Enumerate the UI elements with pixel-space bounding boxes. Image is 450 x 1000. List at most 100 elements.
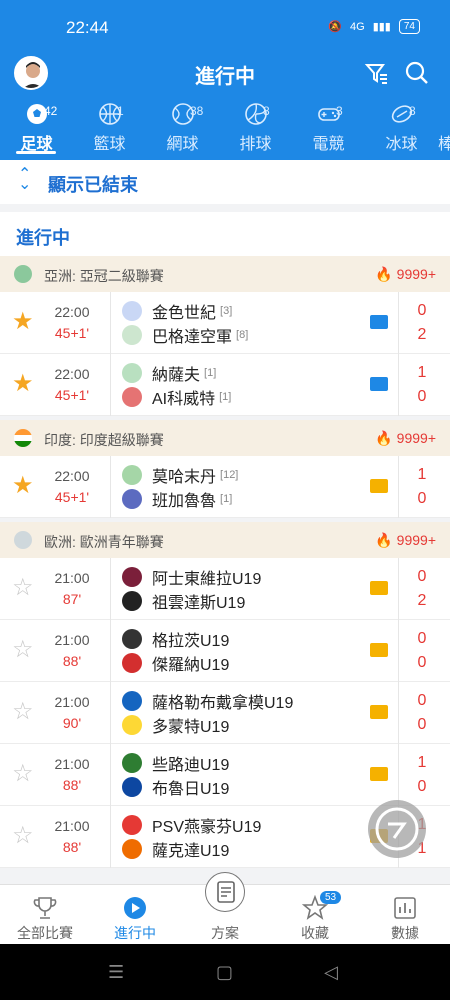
- status-time: 22:44: [66, 18, 109, 37]
- team-name: 格拉茨U19: [152, 633, 230, 650]
- sport-tabs: 42 足球 1 籃球 38 網球 8 排球 3 電競 8 冰球 棒: [0, 100, 450, 160]
- team-logo-icon: [122, 653, 142, 673]
- league-header[interactable]: 歐洲: 歐洲青年聯賽 🔥 9999+: [0, 522, 450, 558]
- away-score: 0: [417, 490, 427, 507]
- match-row[interactable]: ★ 22:00 45+1' 納薩夫 [1] AI科威特 [1] 1 0: [0, 354, 450, 416]
- nav-live[interactable]: 進行中: [90, 885, 180, 944]
- favorite-star-icon[interactable]: ☆: [12, 638, 34, 662]
- kickoff-time: 21:00: [54, 756, 90, 772]
- home-score: 0: [417, 302, 427, 319]
- field-icon[interactable]: [370, 479, 388, 493]
- team-logo-icon: [122, 815, 142, 835]
- league-header[interactable]: 印度: 印度超級聯賽 🔥 9999+: [0, 420, 450, 456]
- favorite-star-icon[interactable]: ★: [12, 310, 34, 334]
- team-name: 祖雲達斯U19: [152, 595, 246, 612]
- floating-action-button[interactable]: [368, 800, 426, 858]
- field-icon[interactable]: [370, 643, 388, 657]
- team-name: 納薩夫: [152, 367, 201, 384]
- section-title-label: 進行中: [16, 228, 70, 248]
- show-finished-toggle[interactable]: ⌃ ⌄ 顯示已結束: [0, 160, 450, 204]
- match-minute: 45+1': [54, 325, 90, 341]
- section-title: 進行中: [0, 212, 450, 256]
- heat-value: 9999+: [396, 266, 436, 282]
- menu-icon[interactable]: ☰: [108, 962, 124, 983]
- play-circle-icon: [124, 897, 146, 919]
- field-icon[interactable]: [370, 767, 388, 781]
- video-icon[interactable]: [370, 315, 388, 329]
- favorite-star-icon[interactable]: ☆: [12, 824, 34, 848]
- team-logo-icon: [122, 691, 142, 711]
- tab-label: 網球: [166, 136, 199, 153]
- match-row[interactable]: ☆ 21:00 90' 薩格勒布戴拿模U19 多蒙特U19 0 0: [0, 682, 450, 744]
- trophy-icon: [33, 897, 57, 919]
- team-name: 傑羅納U19: [152, 657, 230, 674]
- team-name: 金色世紀: [152, 305, 217, 322]
- away-score: 2: [417, 592, 427, 609]
- match-row[interactable]: ☆ 21:00 87' 阿士東維拉U19 祖雲達斯U19 0 2: [0, 558, 450, 620]
- nav-label: 收藏: [301, 925, 329, 941]
- match-row[interactable]: ★ 22:00 45+1' 莫哈末丹 [12] 班加魯魯 [1] 1 0: [0, 456, 450, 518]
- kickoff-time: 21:00: [54, 570, 90, 586]
- tab-tennis[interactable]: 38 網球: [146, 100, 219, 160]
- team-logo-icon: [122, 301, 142, 321]
- search-icon[interactable]: [404, 60, 430, 86]
- field-icon[interactable]: [370, 581, 388, 595]
- heat-value: 9999+: [396, 430, 436, 446]
- active-tab-indicator: [16, 151, 56, 154]
- team-name: 薩格勒布戴拿模U19: [152, 695, 294, 712]
- team-logo-icon: [122, 839, 142, 859]
- field-icon[interactable]: [370, 705, 388, 719]
- tab-volleyball[interactable]: 8 排球: [219, 100, 292, 160]
- kickoff-time: 21:00: [54, 818, 90, 834]
- nav-favorites[interactable]: 53 收藏: [270, 885, 360, 944]
- favorite-star-icon[interactable]: ☆: [12, 762, 34, 786]
- away-team: 薩克達U19: [122, 838, 229, 860]
- match-minute: 90': [62, 715, 82, 731]
- home-score: 0: [417, 568, 427, 585]
- match-row[interactable]: ★ 22:00 45+1' 金色世紀 [3] 巴格達空軍 [8] 0 2: [0, 292, 450, 354]
- match-row[interactable]: ☆ 21:00 88' 些路迪U19 布魯日U19 1 0: [0, 744, 450, 806]
- league-header[interactable]: 亞洲: 亞冠二級聯賽 🔥 9999+: [0, 256, 450, 292]
- team-logo-icon: [122, 591, 142, 611]
- fire-icon: 🔥: [375, 266, 393, 282]
- filter-icon[interactable]: [364, 60, 390, 86]
- team-name: 些路迪U19: [152, 757, 230, 774]
- favorite-star-icon[interactable]: ★: [12, 474, 34, 498]
- favorite-star-icon[interactable]: ★: [12, 372, 34, 396]
- match-minute: 88': [62, 777, 82, 793]
- signal-icon: ▮▮▮: [372, 21, 391, 33]
- divider: [110, 354, 111, 416]
- plans-button[interactable]: [205, 872, 245, 912]
- divider: [398, 456, 399, 518]
- nav-data[interactable]: 數據: [360, 885, 450, 944]
- favorite-star-icon[interactable]: ☆: [12, 576, 34, 600]
- league-name: 亞洲: 亞冠二級聯賽: [44, 268, 164, 284]
- team-logo-icon: [122, 777, 142, 797]
- tab-baseball[interactable]: 棒: [438, 100, 450, 160]
- match-minute: 88': [62, 653, 82, 669]
- match-row[interactable]: ☆ 21:00 88' 格拉茨U19 傑羅納U19 0 0: [0, 620, 450, 682]
- favorite-star-icon[interactable]: ☆: [12, 700, 34, 724]
- tab-count: 3: [336, 104, 343, 118]
- tab-esports[interactable]: 3 電競: [292, 100, 365, 160]
- chart-icon: [394, 897, 416, 919]
- fire-icon: 🔥: [375, 532, 393, 548]
- home-team: 納薩夫 [1]: [122, 362, 216, 384]
- tab-basketball[interactable]: 1 籃球: [73, 100, 146, 160]
- home-team: 薩格勒布戴拿模U19: [122, 690, 293, 712]
- video-icon[interactable]: [370, 377, 388, 391]
- nav-all-matches[interactable]: 全部比賽: [0, 885, 90, 944]
- tab-label: 電競: [312, 136, 345, 153]
- away-team: 傑羅納U19: [122, 652, 229, 674]
- back-icon[interactable]: ◁: [324, 962, 338, 983]
- team-logo-icon: [122, 489, 142, 509]
- divider: [110, 558, 111, 620]
- kickoff-time: 22:00: [54, 366, 90, 382]
- home-icon[interactable]: ▢: [216, 962, 233, 983]
- away-score: 0: [417, 778, 427, 795]
- home-team: 些路迪U19: [122, 752, 229, 774]
- divider: [398, 620, 399, 682]
- top-bar: 22:44 🔕 4G ▮▮▮ 74 進行中 42 足球 1 籃球 38 網球 8…: [0, 0, 450, 160]
- home-team: 格拉茨U19: [122, 628, 229, 650]
- tab-ice-hockey[interactable]: 8 冰球: [365, 100, 438, 160]
